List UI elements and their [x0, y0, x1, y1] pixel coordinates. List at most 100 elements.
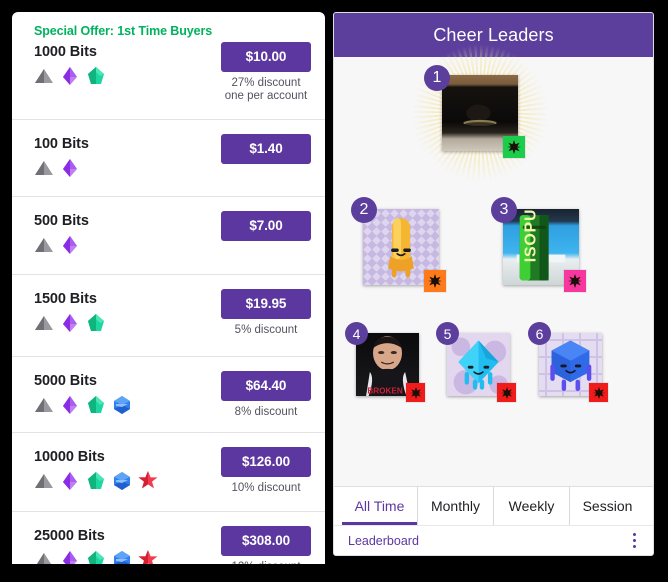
pentagon-teal-bit-icon: [88, 551, 104, 564]
app-stage: Special Offer: 1st Time Buyers 1000 Bits…: [0, 0, 668, 582]
cheer-leader-rank-badge: 1: [424, 65, 450, 91]
hexagon-blue-bit-icon: [114, 551, 130, 564]
bits-price-button[interactable]: $64.40: [221, 371, 311, 401]
diamond-purple-bit-icon: [63, 236, 77, 254]
triangle-gray-bit-icon: [35, 316, 53, 330]
triangle-gray-bit-icon: [35, 238, 53, 252]
cheer-star-icon: [507, 140, 521, 154]
pentagon-teal-bit-icon: [88, 314, 104, 331]
cheer-star-icon: [568, 274, 582, 288]
bits-price-column: $7.00: [221, 211, 311, 241]
diamond-purple-bit-icon: [63, 396, 77, 414]
triangle-gray-bit-icon: [35, 474, 53, 488]
triangle-gray-bit-icon: [36, 553, 52, 564]
bits-offer-row[interactable]: 10000 Bits $126.00 10% discount: [12, 433, 325, 512]
triangle-gray-bit-icon: [35, 161, 53, 175]
tab-all-time[interactable]: All Time: [342, 487, 418, 525]
bits-offer-row-inner: 1500 Bits $19.95 5% discount: [34, 275, 311, 356]
leaderboard-tabs-section: All Time Monthly Weekly Session Leaderboard: [334, 486, 653, 555]
bits-discount-label: 10% discount: [231, 482, 301, 494]
tab-session[interactable]: Session: [570, 487, 645, 525]
bits-offer-row[interactable]: 1000 Bits $10.00 27% discount one per accou…: [12, 42, 325, 120]
bits-icon-group: [34, 550, 158, 564]
leaderboard-footer: Leaderboard: [334, 525, 653, 555]
cheer-leader-rank-badge: 2: [351, 197, 377, 223]
bits-offer-row-inner: 500 Bits $7.00: [34, 197, 311, 274]
bits-price-button[interactable]: $308.00: [221, 526, 311, 556]
bits-amount-label: 500 Bits: [34, 213, 89, 229]
bits-icon-group: [34, 158, 80, 178]
cheer-badge: [564, 270, 586, 292]
hexagon-blue-bit-icon: [114, 396, 130, 414]
leaderboard-tabs: All Time Monthly Weekly Session: [334, 487, 653, 525]
diamond-purple-bit-icon: [63, 472, 77, 490]
cheer-leader-item[interactable]: 6: [528, 322, 608, 402]
bits-offer-row[interactable]: 500 Bits $7.00: [12, 197, 325, 275]
bits-price-column: $64.40 8% discount: [221, 371, 311, 419]
special-offer-label: Special Offer: 1st Time Buyers: [34, 24, 213, 38]
bits-offer-row[interactable]: 25000 Bits $308.00 12% discount: [12, 512, 325, 564]
cheer-star-icon: [428, 274, 442, 288]
star-red-bit-icon: [138, 471, 158, 489]
cheer-leader-item[interactable]: 1: [392, 25, 568, 201]
tab-weekly[interactable]: Weekly: [494, 487, 570, 525]
hexagon-blue-bit-icon: [114, 472, 130, 490]
cheer-leaders-panel: Cheer Leaders 12ISOPURE3BROKEN456 All Ti…: [333, 12, 654, 556]
leaderboard-link[interactable]: Leaderboard: [348, 534, 419, 548]
pentagon-teal-bit-icon: [88, 67, 104, 84]
cheer-leader-item[interactable]: 5: [436, 322, 516, 402]
bits-offer-row[interactable]: 5000 Bits $64.40 8% discount: [12, 357, 325, 433]
bits-offer-row-inner: 100 Bits $1.40: [34, 120, 311, 196]
bits-price-button[interactable]: $126.00: [221, 447, 311, 477]
cheer-leaders-grid: 1 2 ISOPURE 3 BROKEN 4 5 6: [334, 25, 653, 489]
cheer-star-icon: [409, 386, 422, 399]
cheer-leader-rank-badge: 5: [436, 322, 459, 345]
bits-offer-row-inner: 25000 Bits $308.00 12% discount: [34, 512, 311, 564]
cheer-leader-rank-badge: 3: [491, 197, 517, 223]
bits-amount-label: 5000 Bits: [34, 373, 97, 389]
cheer-star-icon: [500, 386, 513, 399]
pentagon-teal-bit-icon: [88, 472, 104, 489]
bits-amount-label: 100 Bits: [34, 136, 89, 152]
svg-text:ISOPURE: ISOPURE: [523, 209, 540, 262]
bits-icon-group: [34, 313, 106, 333]
cheer-leader-item[interactable]: ISOPURE 3: [491, 197, 586, 292]
bits-amount-label: 25000 Bits: [34, 528, 105, 544]
bits-price-column: $10.00 27% discount one per account: [221, 42, 311, 103]
bits-amount-label: 1000 Bits: [34, 44, 97, 60]
bits-price-button[interactable]: $1.40: [221, 134, 311, 164]
cheer-leader-item[interactable]: BROKEN 4: [345, 322, 425, 402]
pentagon-teal-bit-icon: [88, 396, 104, 413]
star-red-bit-icon: [138, 550, 158, 564]
bits-price-column: $19.95 5% discount: [221, 289, 311, 337]
bits-discount-note: one per account: [224, 90, 308, 102]
bits-icon-group: [34, 66, 106, 86]
bits-offer-row[interactable]: 1500 Bits $19.95 5% discount: [12, 275, 325, 357]
cheer-badge: [503, 136, 525, 158]
triangle-gray-bit-icon: [35, 398, 53, 412]
bits-icon-group: [34, 235, 80, 255]
bits-purchase-panel: Special Offer: 1st Time Buyers 1000 Bits…: [12, 12, 325, 564]
diamond-purple-bit-icon: [63, 551, 77, 564]
bits-icon-group: [34, 471, 158, 491]
cheer-badge: [497, 383, 516, 402]
svg-text:BROKEN: BROKEN: [367, 386, 403, 395]
cheer-star-icon: [592, 386, 605, 399]
kebab-menu-icon[interactable]: [630, 530, 640, 552]
cheer-leader-rank-badge: 6: [528, 322, 551, 345]
cheer-badge: [406, 383, 425, 402]
cheer-leader-item[interactable]: 2: [351, 197, 446, 292]
diamond-purple-bit-icon: [63, 67, 77, 85]
bits-offer-row[interactable]: 100 Bits $1.40: [12, 120, 325, 197]
bits-price-button[interactable]: $7.00: [221, 211, 311, 241]
bits-price-button[interactable]: $19.95: [221, 289, 311, 319]
bits-discount-label: 8% discount: [234, 406, 298, 418]
bits-price-button[interactable]: $10.00: [221, 42, 311, 72]
bits-offer-row-inner: 5000 Bits $64.40 8% discount: [34, 357, 311, 432]
bits-discount-label: 27% discount: [231, 77, 301, 89]
tab-monthly[interactable]: Monthly: [418, 487, 494, 525]
bits-amount-label: 1500 Bits: [34, 291, 97, 307]
bits-offer-list: 1000 Bits $10.00 27% discount one per accou…: [12, 42, 325, 564]
cheer-badge: [589, 383, 608, 402]
diamond-purple-bit-icon: [63, 314, 77, 332]
